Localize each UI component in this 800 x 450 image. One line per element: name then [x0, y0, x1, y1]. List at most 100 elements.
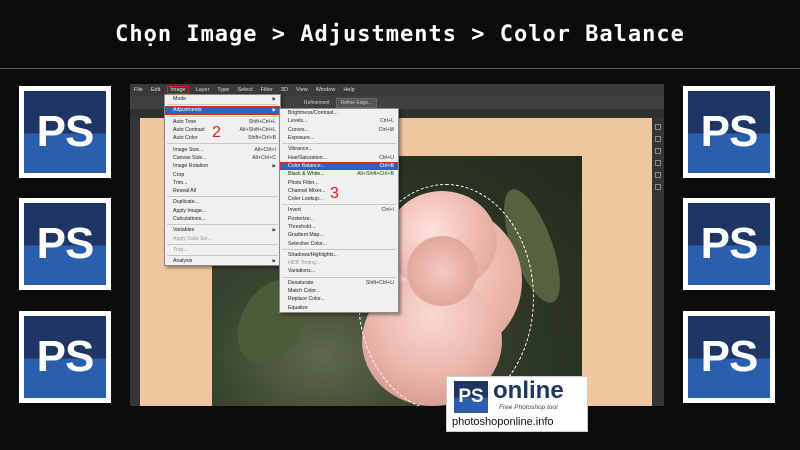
menu-window[interactable]: Window	[316, 87, 336, 93]
adjustments-item-posterize[interactable]: Posterize...	[280, 215, 398, 223]
image-menu-item-trim[interactable]: Trim...	[165, 179, 280, 187]
image-menu-item-trap[interactable]: Trap...	[165, 246, 280, 254]
adjustments-item-match-color[interactable]: Match Color...	[280, 287, 398, 295]
menu-separator	[167, 196, 278, 198]
menu-item-shortcut: Ctrl+B	[379, 162, 394, 169]
menu-separator	[167, 224, 278, 226]
menu-separator	[282, 143, 396, 145]
menu-3d[interactable]: 3D	[281, 87, 288, 93]
menu-view[interactable]: View	[296, 87, 308, 93]
ps-logo: PS	[19, 311, 111, 403]
brand-tagline: Free Photoshop tool	[499, 404, 558, 411]
menu-item-shortcut: Shift+Ctrl+L	[248, 118, 276, 125]
menu-item-label: Curves...	[288, 126, 309, 133]
menu-help[interactable]: Help	[343, 87, 354, 93]
image-menu-item-adjustments[interactable]: Adjustments ▶	[165, 106, 280, 115]
menu-item-label: Trap...	[173, 246, 188, 253]
adjustments-item-hdr-toning[interactable]: HDR Toning...	[280, 259, 398, 267]
adjustments-item-selective-color[interactable]: Selective Color...	[280, 239, 398, 247]
menu-item-label: Hue/Saturation...	[288, 154, 327, 161]
image-menu-item-duplicate[interactable]: Duplicate...	[165, 198, 280, 206]
menu-item-label: Analysis	[173, 258, 193, 265]
menu-item-label: Image Size...	[173, 146, 204, 153]
menu-edit[interactable]: Edit	[151, 87, 160, 93]
brand-online-text: online	[493, 377, 564, 404]
image-menu-item-crop[interactable]: Crop	[165, 170, 280, 178]
image-menu-item-reveal-all[interactable]: Reveal All	[165, 187, 280, 195]
adjustments-item-brightness-contrast[interactable]: Brightness/Contrast...	[280, 109, 398, 117]
menu-item-label: Photo Filter...	[288, 179, 319, 186]
menu-image[interactable]: Image	[167, 86, 189, 94]
menu-item-label: Shadows/Highlights...	[288, 251, 338, 258]
adjustments-item-channel-mixer[interactable]: Channel Mixer...	[280, 187, 398, 195]
image-menu-item-mode[interactable]: Mode ▶	[165, 95, 280, 103]
adjustments-item-shadows-highlights[interactable]: Shadows/Highlights...	[280, 251, 398, 259]
adjustments-item-desaturate[interactable]: Desaturate Shift+Ctrl+U	[280, 279, 398, 287]
menu-item-label: Brightness/Contrast...	[288, 110, 338, 117]
menu-item-shortcut: Shift+Ctrl+B	[248, 135, 276, 142]
image-menu-item-analysis[interactable]: Analysis ▶	[165, 257, 280, 265]
menu-item-label: Apply Image...	[173, 207, 207, 214]
adjustments-item-equalize[interactable]: Equalize	[280, 304, 398, 312]
page-title: Chọn Image > Adjustments > Color Balance	[115, 21, 685, 47]
adjustments-item-gradient-map[interactable]: Gradient Map...	[280, 231, 398, 239]
adjustments-item-variations[interactable]: Variations...	[280, 267, 398, 275]
image-menu-item-apply-data-set[interactable]: Apply Data Set...	[165, 234, 280, 242]
menu-item-label: Match Color...	[288, 288, 321, 295]
menu-item-label: Color Balance...	[288, 162, 325, 169]
adjustments-item-replace-color[interactable]: Replace Color...	[280, 295, 398, 303]
image-menu-item-image-rotation[interactable]: Image Rotation ▶	[165, 162, 280, 170]
ps-logo: PS	[19, 86, 111, 178]
menu-item-label: Crop	[173, 171, 185, 178]
adjustments-item-curves[interactable]: Curves... Ctrl+M	[280, 126, 398, 134]
brand-url: photoshoponline.info	[452, 416, 554, 428]
menu-item-label: Posterize...	[288, 215, 314, 222]
menu-separator	[167, 243, 278, 245]
step-2-label: 2	[212, 124, 221, 141]
menu-separator	[167, 115, 278, 117]
image-menu-item-auto-tone[interactable]: Auto Tone Shift+Ctrl+L	[165, 118, 280, 126]
menu-filter[interactable]: Filter	[261, 87, 273, 93]
menu-item-label: Desaturate	[288, 279, 314, 286]
right-panel-strip[interactable]	[652, 118, 664, 406]
adjustments-item-color-lookup[interactable]: Color Lookup...	[280, 195, 398, 203]
adjustments-item-black-white[interactable]: Black & White... Alt+Shift+Ctrl+B	[280, 170, 398, 178]
menu-separator	[282, 276, 396, 278]
submenu-arrow-icon: ▶	[272, 107, 276, 113]
image-menu-item-apply-image[interactable]: Apply Image...	[165, 207, 280, 215]
menu-item-shortcut: Shift+Ctrl+U	[365, 279, 394, 286]
menu-item-label: Equalize	[288, 304, 308, 311]
image-menu-item-calculations[interactable]: Calculations...	[165, 215, 280, 223]
menu-separator	[167, 143, 278, 145]
image-menu-item-variables[interactable]: Variables ▶	[165, 226, 280, 234]
menu-item-label: Levels...	[288, 118, 308, 125]
image-menu-item-image-size[interactable]: Image Size... Alt+Ctrl+I	[165, 145, 280, 153]
adjustments-item-photo-filter[interactable]: Photo Filter...	[280, 178, 398, 186]
menu-item-label: HDR Toning...	[288, 260, 321, 267]
menu-item-label: Image Rotation	[173, 163, 209, 170]
image-menu-item-canvas-size[interactable]: Canvas Size... Alt+Ctrl+C	[165, 154, 280, 162]
ps-logo: PS	[19, 198, 111, 290]
submenu-arrow-icon: ▶	[272, 258, 276, 264]
menu-layer[interactable]: Layer	[196, 87, 210, 93]
refine-edge-button[interactable]: Refine Edge...	[335, 97, 378, 108]
photoshop-online-brand: PS online Free Photoshop tool photoshopo…	[446, 376, 588, 432]
adjustments-item-vibrance[interactable]: Vibrance...	[280, 145, 398, 153]
menu-separator	[167, 255, 278, 257]
menu-select[interactable]: Select	[237, 87, 252, 93]
menu-item-shortcut: Ctrl+M	[378, 126, 394, 133]
tools-panel[interactable]	[130, 118, 140, 406]
adjustments-item-levels[interactable]: Levels... Ctrl+L	[280, 117, 398, 125]
menu-file[interactable]: File	[134, 87, 143, 93]
adjustments-item-threshold[interactable]: Threshold...	[280, 223, 398, 231]
menu-item-label: Adjustments	[173, 107, 202, 114]
adjustments-item-exposure[interactable]: Exposure...	[280, 134, 398, 142]
menu-item-label: Duplicate...	[173, 199, 199, 206]
adjustments-item-hue-saturation[interactable]: Hue/Saturation... Ctrl+U	[280, 153, 398, 161]
adjustments-item-color-balance[interactable]: Color Balance... Ctrl+B	[280, 161, 398, 171]
adjustments-item-invert[interactable]: Invert Ctrl+I	[280, 206, 398, 214]
image-menu-item-auto-contrast[interactable]: Auto Contrast Alt+Shift+Ctrl+L	[165, 126, 280, 134]
menu-type[interactable]: Type	[217, 87, 229, 93]
image-menu-item-auto-color[interactable]: Auto Color Shift+Ctrl+B	[165, 134, 280, 142]
menu-item-label: Invert	[288, 207, 301, 214]
